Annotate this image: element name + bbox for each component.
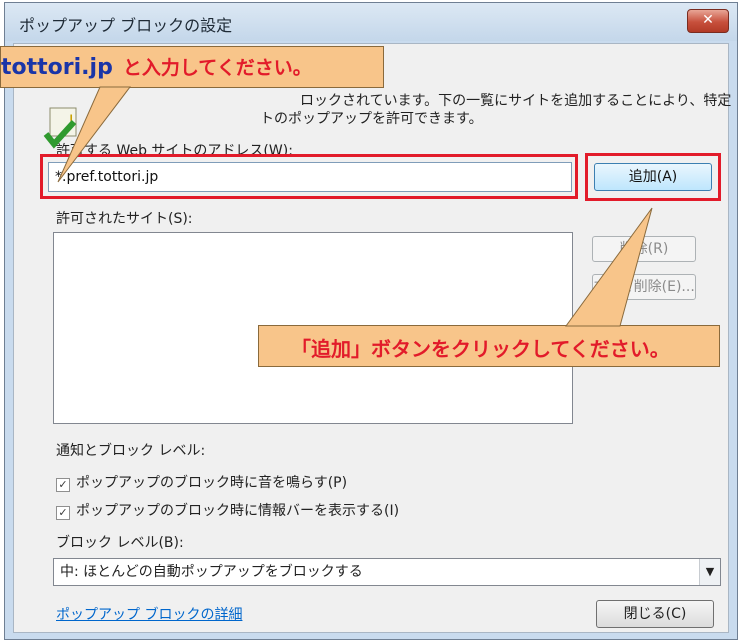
callout-pointers bbox=[57, 86, 653, 327]
callout-bottom-pointer bbox=[565, 207, 653, 327]
callout-top-pointer bbox=[57, 86, 132, 183]
